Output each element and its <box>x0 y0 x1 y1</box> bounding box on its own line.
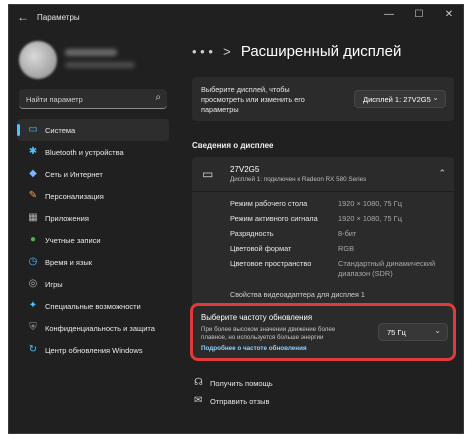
sidebar-item[interactable]: ▦ Приложения <box>17 207 169 229</box>
shield-icon: ⛨ <box>29 322 37 333</box>
settings-window: ← Параметры — ☐ ✕ Найти параметр ⌕ ▭ Сист… <box>8 4 464 434</box>
breadcrumb: • • • > Расширенный дисплей <box>192 43 401 60</box>
info-key: Цветовой формат <box>230 244 292 253</box>
feedback-icon: ✉ <box>194 395 203 406</box>
highlight-frame <box>190 303 456 361</box>
sidebar-item-label: Игры <box>45 280 63 289</box>
divider <box>192 191 454 192</box>
sidebar-item-label: Приложения <box>45 214 89 223</box>
info-row: Режим активного сигнала 1920 × 1080, 75 Г… <box>230 214 450 229</box>
sidebar-item[interactable]: ⛨ Конфиденциальность и защита <box>17 317 169 339</box>
brush-icon: ✎ <box>28 190 38 201</box>
display-select-value: Дисплей 1: 27V2G5 <box>363 95 431 104</box>
sidebar-item-label: Конфиденциальность и защита <box>45 324 155 333</box>
page-title: Расширенный дисплей <box>240 43 402 60</box>
search-input[interactable]: Найти параметр ⌕ <box>19 89 167 109</box>
minimize-button[interactable]: — <box>377 9 401 20</box>
display-select[interactable]: Дисплей 1: 27V2G5 ⌄ <box>354 90 446 108</box>
sidebar-item-label: Время и язык <box>45 258 93 267</box>
close-button[interactable]: ✕ <box>437 9 461 20</box>
info-row: Цветовое пространство Стандартный динамич… <box>230 259 450 285</box>
select-display-label: Выберите дисплей, чтобы просмотреть или … <box>201 85 305 114</box>
display-name: 27V2G5 <box>230 165 260 174</box>
sidebar-item[interactable]: ◆ Сеть и Интернет <box>17 163 169 185</box>
sidebar-item-label: Сеть и Интернет <box>45 170 103 179</box>
chevron-up-icon[interactable]: ⌃ <box>438 168 446 179</box>
adapter-properties-link[interactable]: Свойства видеоадаптера для дисплея 1 <box>230 290 365 299</box>
section-title-display-info: Сведения о дисплее <box>192 141 274 150</box>
bluetooth-icon: ✱ <box>28 146 38 157</box>
info-key: Режим рабочего стола <box>230 199 308 208</box>
sidebar-item[interactable]: ● Учетные записи <box>17 229 169 251</box>
sidebar-nav: ▭ Система ✱ Bluetooth и устройства ◆ Сеть и И… <box>17 119 169 361</box>
help-icon: ☊ <box>194 377 203 388</box>
info-row: Разрядность 8-бит <box>230 229 450 244</box>
active-indicator <box>17 124 20 136</box>
display-info-list: Режим рабочего стола 1920 × 1080, 75 Гц Ре… <box>230 199 450 285</box>
apps-icon: ▦ <box>28 212 38 223</box>
user-name-blurred <box>65 49 117 56</box>
search-icon: ⌕ <box>155 92 161 103</box>
sidebar-item-label: Bluetooth и устройства <box>45 148 124 157</box>
sidebar-item[interactable]: ✎ Персонализация <box>17 185 169 207</box>
sidebar-item-label: Персонализация <box>45 192 104 201</box>
sidebar-item[interactable]: ✦ Специальные возможности <box>17 295 169 317</box>
globe-clock-icon: ◷ <box>28 256 38 267</box>
info-value: 1920 × 1080, 75 Гц <box>338 214 402 223</box>
back-arrow-icon[interactable]: ← <box>17 10 29 24</box>
info-key: Режим активного сигнала <box>230 214 318 223</box>
sidebar-item-label: Система <box>45 126 76 135</box>
app-title: Параметры <box>37 13 80 22</box>
get-help-link[interactable]: Получить помощь <box>210 379 273 388</box>
avatar[interactable] <box>19 41 57 79</box>
send-feedback-link[interactable]: Отправить отзыв <box>210 397 270 406</box>
accessibility-icon: ✦ <box>28 300 38 311</box>
gamepad-icon: ◎ <box>28 278 38 289</box>
sidebar-item[interactable]: ✱ Bluetooth и устройства <box>17 141 169 163</box>
wifi-icon: ◆ <box>29 168 37 179</box>
sidebar-item[interactable]: ▭ Система <box>17 119 169 141</box>
info-value: 1920 × 1080, 75 Гц <box>338 199 402 208</box>
update-icon: ↻ <box>28 344 38 355</box>
chevron-down-icon: ⌄ <box>432 93 439 102</box>
chevron-right-icon: > <box>223 44 231 59</box>
info-value: Стандартный динамический диапазон (SDR) <box>338 259 436 278</box>
sidebar-item-label: Специальные возможности <box>45 302 141 311</box>
info-row: Цветовой формат RGB <box>230 244 450 259</box>
user-email-blurred <box>65 62 135 68</box>
info-key: Разрядность <box>230 229 274 238</box>
monitor-icon: ▭ <box>202 167 214 181</box>
select-display-card: Выберите дисплей, чтобы просмотреть или … <box>192 77 454 121</box>
sidebar-item[interactable]: ◷ Время и язык <box>17 251 169 273</box>
info-value: 8-бит <box>338 229 357 238</box>
search-placeholder: Найти параметр <box>26 95 83 104</box>
sidebar-item-label: Учетные записи <box>45 236 101 245</box>
display-subtitle: Дисплей 1: подключен к Radeon RX 580 Ser… <box>230 176 367 183</box>
title-bar: ← Параметры — ☐ ✕ <box>9 5 463 31</box>
account-icon: ● <box>29 234 37 245</box>
sidebar-item-label: Центр обновления Windows <box>45 346 143 355</box>
sidebar-item[interactable]: ↻ Центр обновления Windows <box>17 339 169 361</box>
info-key: Цветовое пространство <box>230 259 312 268</box>
info-row: Режим рабочего стола 1920 × 1080, 75 Гц <box>230 199 450 214</box>
monitor-icon: ▭ <box>28 124 38 135</box>
info-value: RGB <box>338 244 355 253</box>
sidebar-item[interactable]: ◎ Игры <box>17 273 169 295</box>
breadcrumb-more-button[interactable]: • • • <box>192 44 213 59</box>
maximize-button[interactable]: ☐ <box>407 9 431 20</box>
